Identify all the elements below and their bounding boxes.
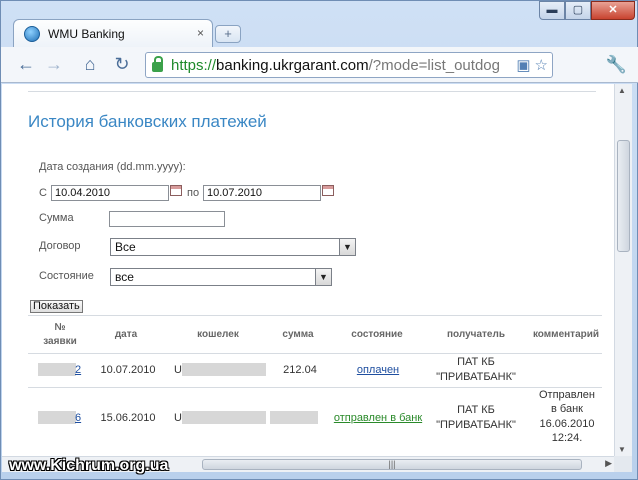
url-host: banking.ukrgarant.com: [216, 56, 369, 74]
window-controls: ▬ ▢ ✕: [539, 1, 635, 20]
bookmark-star-icon[interactable]: ☆: [535, 56, 548, 74]
redacted-wallet: [182, 363, 266, 376]
row2-comment-line3: 16.06.2010: [539, 418, 595, 430]
scroll-right-icon[interactable]: ▶: [605, 458, 612, 469]
page-title: История банковских платежей: [28, 112, 267, 131]
row2-comment-line1: Отправлен: [539, 389, 595, 401]
browser-toolbar: ← → ⌂ ↻ https://banking.ukrgarant.com/?m…: [1, 47, 638, 83]
row1-sum: 212.04: [283, 364, 317, 376]
lock-icon: [152, 56, 163, 72]
home-button[interactable]: ⌂: [77, 53, 103, 77]
header-comment: комментарий: [532, 329, 600, 340]
row2-wallet-prefix: U: [174, 412, 182, 424]
header-divider: [28, 353, 602, 354]
horizontal-scroll-thumb[interactable]: |||: [202, 459, 582, 470]
calendar-icon[interactable]: [322, 185, 334, 196]
contract-select[interactable]: Все ▼: [110, 238, 356, 256]
calendar-icon[interactable]: [170, 185, 182, 196]
back-button[interactable]: ←: [13, 53, 39, 77]
header-wallet: кошелек: [197, 329, 239, 340]
browser-window: WMU Banking × + ▬ ▢ ✕ ← → ⌂ ↻ https://ba…: [0, 0, 638, 480]
row2-number-link[interactable]: 6: [75, 412, 81, 424]
redacted-number: [38, 411, 76, 424]
state-select-value: все: [115, 270, 134, 284]
address-bar[interactable]: https://banking.ukrgarant.com/?mode=list…: [145, 52, 553, 78]
header-number-line2: заявки: [43, 336, 77, 347]
forward-button[interactable]: →: [41, 53, 67, 77]
header-state: состояние: [351, 329, 403, 340]
row2-comment-line2: в банк: [551, 403, 583, 415]
row1-state-link[interactable]: оплачен: [348, 364, 408, 376]
url-path: /?mode=list_outdog: [368, 56, 500, 74]
wrench-menu-icon[interactable]: 🔧: [606, 55, 627, 75]
row1-date: 10.07.2010: [100, 364, 156, 376]
row1-wallet-prefix: U: [174, 364, 182, 376]
maximize-button[interactable]: ▢: [565, 1, 591, 20]
row2-date: 15.06.2010: [100, 412, 156, 424]
header-number: №: [54, 322, 66, 333]
row-divider: [28, 387, 602, 388]
tab-wmu-banking[interactable]: WMU Banking ×: [13, 19, 213, 47]
header-recipient: получатель: [446, 329, 505, 340]
divider: [28, 91, 596, 92]
date-from-label: С: [39, 187, 47, 199]
date-from-input[interactable]: 10.04.2010: [51, 185, 169, 201]
redacted-number: [38, 363, 76, 376]
vertical-scroll-thumb[interactable]: [617, 140, 630, 252]
row1-recipient-line2: "ПРИВАТБАНК": [436, 371, 516, 383]
url-scheme: https://: [171, 56, 217, 74]
row1-number-link[interactable]: 2: [75, 364, 81, 376]
state-label: Состояние: [39, 270, 94, 282]
globe-icon: [24, 25, 40, 42]
reload-button[interactable]: ↻: [109, 53, 135, 77]
header-date: дата: [114, 329, 138, 340]
minimize-button[interactable]: ▬: [539, 1, 565, 20]
redacted-wallet: [182, 411, 266, 424]
page-action-icon[interactable]: ▣: [516, 56, 530, 74]
contract-select-value: Все: [115, 240, 136, 254]
row2-comment-line4: 12:24.: [551, 432, 583, 444]
address-bar-icons: ▣ ☆: [512, 56, 548, 74]
redacted-sum: [270, 411, 318, 424]
sum-label: Сумма: [39, 212, 74, 224]
row1-recipient-line1: ПАТ КБ: [457, 356, 495, 368]
row2-recipient-line1: ПАТ КБ: [457, 404, 495, 416]
scrollbar-corner: [614, 456, 632, 472]
contract-label: Договор: [39, 240, 81, 252]
sum-input[interactable]: [109, 211, 225, 227]
header-sum: сумма: [282, 329, 314, 340]
date-created-label: Дата создания (dd.mm.yyyy):: [39, 161, 186, 173]
row2-state-link[interactable]: отправлен в банк: [332, 412, 424, 424]
table-top-divider: [28, 315, 602, 316]
date-to-label: по: [187, 187, 200, 199]
page-content: История банковских платежей Дата создани…: [2, 84, 614, 456]
scroll-down-icon[interactable]: ▼: [618, 445, 626, 454]
chevron-down-icon: ▼: [339, 239, 355, 255]
close-window-button[interactable]: ✕: [591, 1, 635, 20]
show-button[interactable]: Показать: [30, 300, 83, 313]
title-bar: WMU Banking × + ▬ ▢ ✕: [1, 1, 638, 47]
chevron-down-icon: ▼: [315, 269, 331, 285]
tab-close-icon[interactable]: ×: [197, 26, 204, 40]
vertical-scrollbar[interactable]: ▲ ▼: [614, 84, 632, 456]
row2-recipient-line2: "ПРИВАТБАНК": [436, 419, 516, 431]
scroll-up-icon[interactable]: ▲: [618, 86, 626, 95]
state-select[interactable]: все ▼: [110, 268, 332, 286]
watermark: www.Kichrum.org.ua: [9, 457, 169, 474]
tab-title: WMU Banking: [48, 26, 125, 41]
new-tab-button[interactable]: +: [215, 25, 241, 43]
date-to-input[interactable]: 10.07.2010: [203, 185, 321, 201]
